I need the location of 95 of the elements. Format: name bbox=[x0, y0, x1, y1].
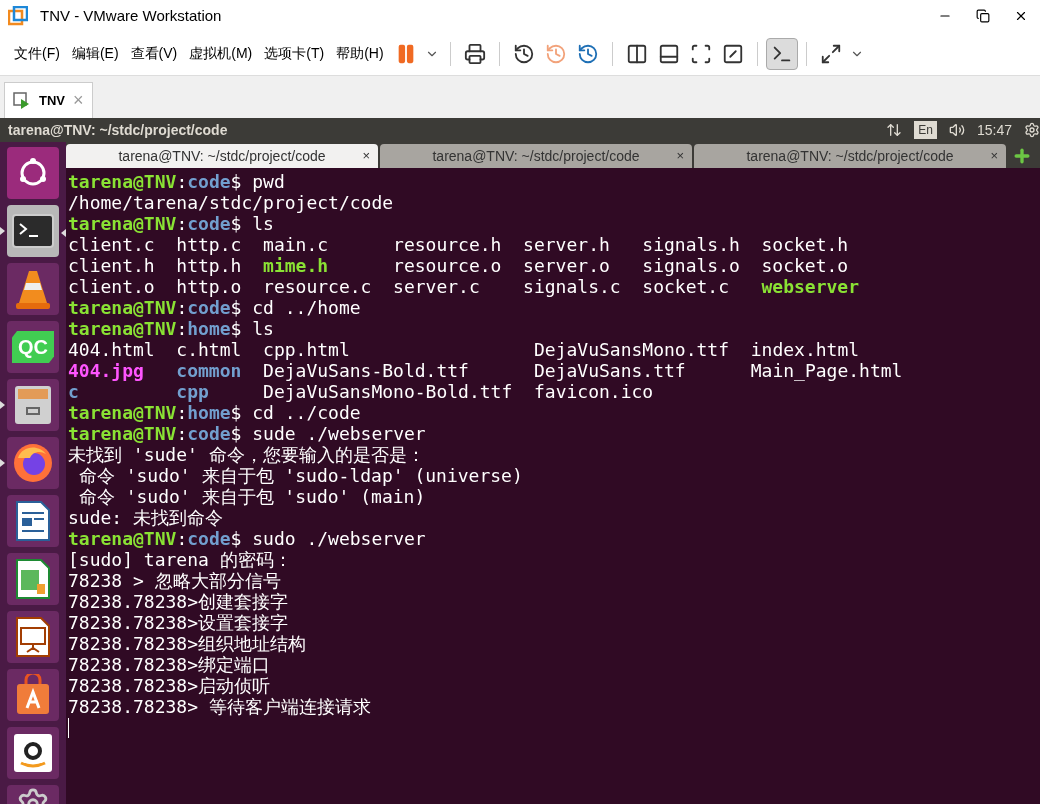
prompt-separator: : bbox=[176, 528, 188, 549]
window-title: TNV - VMware Workstation bbox=[40, 5, 222, 26]
file-name: signals.c bbox=[523, 276, 621, 297]
output-line: 78238.78238>启动侦听 bbox=[68, 675, 271, 696]
file-name: favicon.ico bbox=[533, 381, 654, 402]
menu-item[interactable]: 编辑(E) bbox=[65, 43, 125, 64]
tab-close-button[interactable]: × bbox=[362, 146, 370, 166]
output-line: 未找到 'sude' 命令，您要输入的是否是： bbox=[68, 444, 425, 465]
prompt-separator: : bbox=[176, 213, 188, 234]
file-name: cpp bbox=[176, 381, 209, 402]
file-name: cpp.html bbox=[263, 339, 350, 360]
file-name: c bbox=[68, 381, 79, 402]
prompt-user: tarena@TNV bbox=[68, 213, 177, 234]
command-text: $ ls bbox=[230, 213, 274, 234]
prompt-path: code bbox=[187, 297, 231, 318]
menu-item[interactable]: 帮助(H) bbox=[330, 43, 390, 64]
file-name: socket.h bbox=[761, 234, 849, 255]
file-name: 404.jpg bbox=[68, 360, 144, 381]
file-name: resource.c bbox=[263, 276, 372, 297]
output-line: 78238.78238>组织地址结构 bbox=[68, 633, 307, 654]
prompt-path: code bbox=[187, 171, 231, 192]
vm-tab[interactable]: TNV × bbox=[4, 82, 93, 118]
prompt-path: code bbox=[187, 528, 231, 549]
terminal-tab[interactable]: tarena@TNV: ~/stdc/project/code × bbox=[66, 144, 378, 168]
command-text: $ ls bbox=[230, 318, 274, 339]
output-line: 78238.78238> 等待客户端连接请求 bbox=[68, 696, 371, 717]
prompt-separator: : bbox=[176, 171, 188, 192]
file-name: DejaVuSans.ttf bbox=[533, 360, 686, 381]
file-name: client.h bbox=[68, 255, 155, 276]
prompt-separator: : bbox=[176, 318, 188, 339]
prompt-user: tarena@TNV bbox=[68, 423, 177, 444]
window-title: tarena@TNV: ~/stdc/project/code bbox=[8, 120, 228, 140]
file-name: DejaVuSansMono.ttf bbox=[533, 339, 730, 360]
prompt-path: code bbox=[187, 423, 231, 444]
output-line: 78238 > 忽略大部分信号 bbox=[68, 570, 281, 591]
file-name: http.o bbox=[176, 276, 242, 297]
output-line: /home/tarena/stdc/project/code bbox=[68, 192, 394, 213]
command-text: $ cd ../code bbox=[230, 402, 361, 423]
output-line: sude: 未找到命令 bbox=[68, 507, 224, 528]
command-text: $ sude ./webserver bbox=[230, 423, 426, 444]
output-line: 78238.78238>绑定端口 bbox=[68, 654, 271, 675]
file-name: 404.html bbox=[68, 339, 155, 360]
output-line: 78238.78238>设置套接字 bbox=[68, 612, 289, 633]
tab-close-button[interactable]: × bbox=[990, 146, 998, 166]
prompt-user: tarena@TNV bbox=[68, 528, 177, 549]
file-name: server.o bbox=[523, 255, 610, 276]
tab-close-button[interactable]: × bbox=[676, 146, 684, 166]
file-name: socket.c bbox=[642, 276, 729, 297]
file-name: DejaVuSansMono-Bold.ttf bbox=[263, 381, 513, 402]
prompt-separator: : bbox=[176, 402, 188, 423]
command-text: $ sudo ./webserver bbox=[230, 528, 426, 549]
qt-creator-icon: QC bbox=[12, 331, 54, 363]
file-name: webserver bbox=[761, 276, 860, 297]
file-name: client.o bbox=[68, 276, 155, 297]
prompt-user: tarena@TNV bbox=[68, 171, 177, 192]
file-name: socket.o bbox=[761, 255, 849, 276]
file-name: http.c bbox=[176, 234, 242, 255]
output-line: 命令 'sudo' 来自于包 'sudo-ldap' (universe) bbox=[77, 465, 523, 486]
terminal-tab[interactable]: tarena@TNV: ~/stdc/project/code × bbox=[380, 144, 692, 168]
prompt-user: tarena@TNV bbox=[68, 318, 177, 339]
output-line: 78238.78238>创建套接字 bbox=[68, 591, 289, 612]
prompt-separator: : bbox=[176, 297, 188, 318]
file-name: c.html bbox=[176, 339, 242, 360]
menu-item[interactable]: 查看(V) bbox=[124, 43, 184, 64]
output-line: 命令 'sudo' 来自于包 'sudo' (main) bbox=[77, 486, 426, 507]
tab-label: TNV bbox=[39, 91, 65, 110]
file-name: http.h bbox=[176, 255, 242, 276]
file-name: resource.o bbox=[393, 255, 502, 276]
file-name: main.c bbox=[263, 234, 329, 255]
prompt-path: home bbox=[187, 402, 231, 423]
command-text: $ pwd bbox=[230, 171, 285, 192]
menu-item[interactable]: 选项卡(T) bbox=[258, 43, 331, 64]
output-line: [sudo] tarena 的密码： bbox=[68, 549, 292, 570]
prompt-separator: : bbox=[176, 423, 188, 444]
command-text: $ cd ../home bbox=[230, 297, 361, 318]
file-name: resource.h bbox=[393, 234, 502, 255]
file-name: Main_Page.html bbox=[750, 360, 903, 381]
clock[interactable]: 15:47 bbox=[976, 119, 1012, 141]
prompt-path: code bbox=[187, 213, 231, 234]
prompt-path: home bbox=[187, 318, 231, 339]
menu-item[interactable]: 文件(F) bbox=[8, 43, 66, 64]
prompt-user: tarena@TNV bbox=[68, 297, 177, 318]
file-name: signals.h bbox=[642, 234, 740, 255]
file-name: server.h bbox=[523, 234, 610, 255]
file-name: mime.h bbox=[263, 255, 329, 276]
prompt-user: tarena@TNV bbox=[68, 402, 177, 423]
file-name: server.c bbox=[393, 276, 480, 297]
file-name: client.c bbox=[68, 234, 155, 255]
menu-item[interactable]: 虚拟机(M) bbox=[183, 43, 259, 64]
file-name: common bbox=[176, 360, 242, 381]
file-name: DejaVuSans-Bold.ttf bbox=[263, 360, 469, 381]
file-name: index.html bbox=[750, 339, 860, 360]
file-name: signals.o bbox=[642, 255, 740, 276]
terminal-tab[interactable]: tarena@TNV: ~/stdc/project/code × bbox=[694, 144, 1006, 168]
keyboard-indicator[interactable]: En bbox=[914, 121, 937, 139]
